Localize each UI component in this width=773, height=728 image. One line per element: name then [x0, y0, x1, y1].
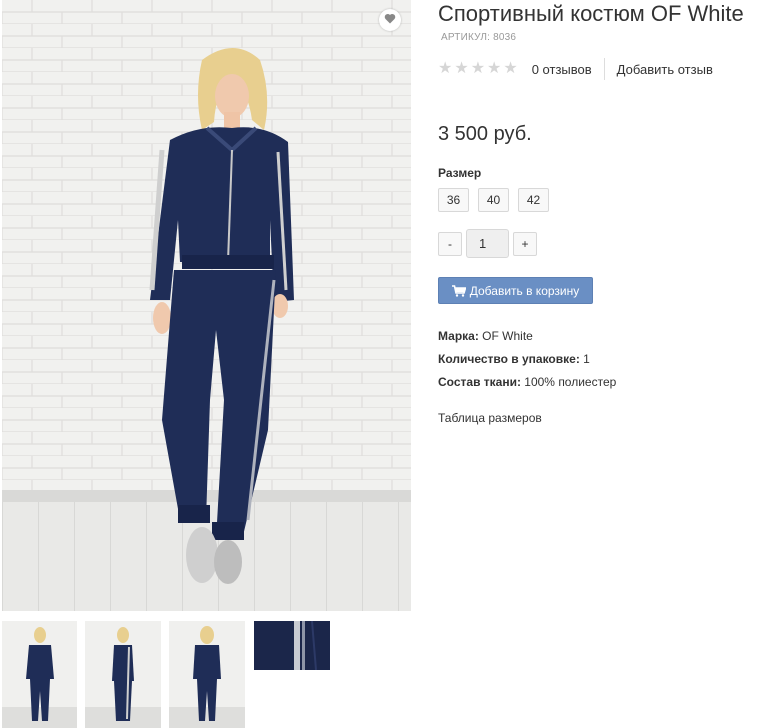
spec-value: OF White: [478, 329, 533, 343]
thumbnail-2[interactable]: [85, 621, 161, 728]
thumbnail-3[interactable]: [169, 621, 245, 728]
product-title: Спортивный костюм OF White: [438, 1, 744, 26]
star-icon[interactable]: ★: [454, 61, 468, 77]
spec-label: Марка:: [438, 329, 479, 343]
size-label: Размер: [438, 166, 482, 180]
product-sku: АРТИКУЛ: 8036: [438, 32, 516, 43]
star-icon[interactable]: ★: [438, 61, 452, 77]
spec-fabric: Состав ткани: 100% полиестер: [438, 372, 616, 395]
spec-pack-quantity: Количество в упаковке: 1: [438, 349, 616, 372]
divider: [603, 58, 605, 80]
spec-value: 100% полиестер: [520, 375, 617, 389]
rating-row: ★ ★ ★ ★ ★ 0 отзывов Добавить отзыв: [438, 58, 713, 80]
size-option-42[interactable]: 42: [518, 188, 549, 212]
add-to-cart-label: Добавить в корзину: [469, 283, 580, 298]
add-review-link[interactable]: Добавить отзыв: [617, 62, 713, 77]
size-options: 36 40 42: [438, 188, 549, 212]
spec-label: Состав ткани:: [438, 375, 521, 389]
quantity-input[interactable]: [466, 229, 509, 258]
reviews-count-link[interactable]: 0 отзывов: [532, 62, 592, 77]
quantity-decrease-button[interactable]: -: [438, 231, 462, 256]
thumbnail-1[interactable]: [2, 621, 77, 728]
spec-value: 1: [579, 352, 590, 366]
star-icon[interactable]: ★: [487, 61, 501, 77]
spec-label: Количество в упаковке:: [438, 352, 580, 366]
size-option-40[interactable]: 40: [478, 188, 509, 212]
cart-icon: [451, 284, 466, 297]
star-icon[interactable]: ★: [503, 61, 517, 77]
sku-value: 8036: [493, 32, 517, 43]
size-option-36[interactable]: 36: [438, 188, 469, 212]
star-icon[interactable]: ★: [471, 61, 485, 77]
thumbnail-4[interactable]: [254, 621, 330, 670]
main-product-image[interactable]: [2, 0, 411, 611]
sku-label: АРТИКУЛ:: [441, 32, 491, 43]
quantity-stepper: - +: [438, 229, 537, 258]
quantity-increase-button[interactable]: +: [513, 231, 537, 256]
wishlist-button[interactable]: [379, 9, 401, 31]
rating-stars[interactable]: ★ ★ ★ ★ ★: [438, 61, 518, 77]
heart-icon: [384, 11, 396, 29]
product-price: 3 500 руб.: [438, 123, 532, 145]
add-to-cart-button[interactable]: Добавить в корзину: [438, 277, 593, 304]
product-specs: Марка: OF White Количество в упаковке: 1…: [438, 326, 616, 395]
spec-brand: Марка: OF White: [438, 326, 616, 349]
size-table-link[interactable]: Таблица размеров: [438, 411, 542, 425]
